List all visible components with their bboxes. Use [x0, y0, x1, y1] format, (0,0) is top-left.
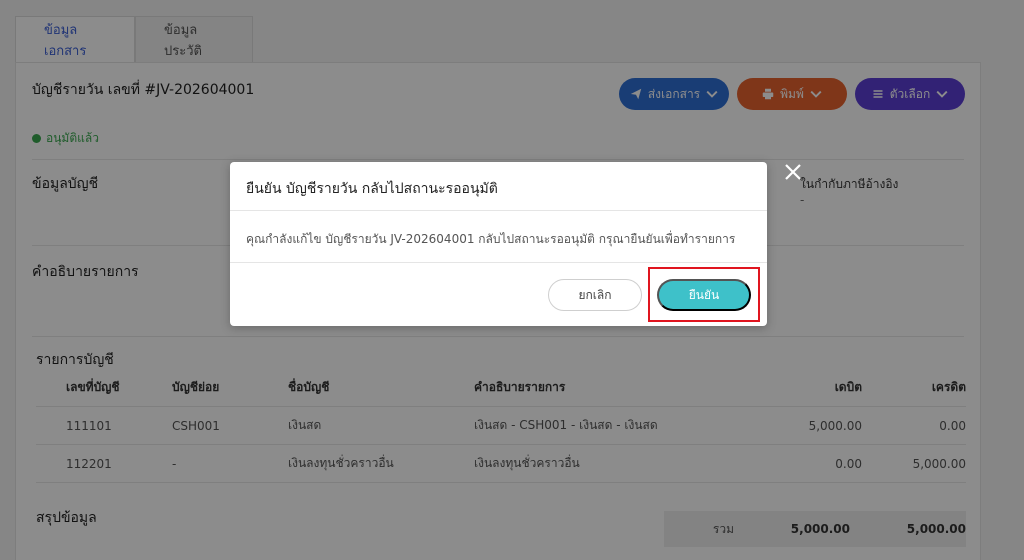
divider: [230, 262, 767, 263]
confirm-dialog: ยืนยัน บัญชีรายวัน กลับไปสถานะรออนุมัติ …: [230, 162, 767, 326]
dialog-title: ยืนยัน บัญชีรายวัน กลับไปสถานะรออนุมัติ: [246, 181, 498, 197]
confirm-button-highlight: [648, 267, 760, 322]
dialog-message: คุณกำลังแก้ไข บัญชีรายวัน JV-202604001 ก…: [246, 232, 736, 246]
close-icon[interactable]: [784, 163, 802, 181]
divider: [230, 210, 767, 211]
cancel-button[interactable]: ยกเลิก: [548, 279, 642, 311]
